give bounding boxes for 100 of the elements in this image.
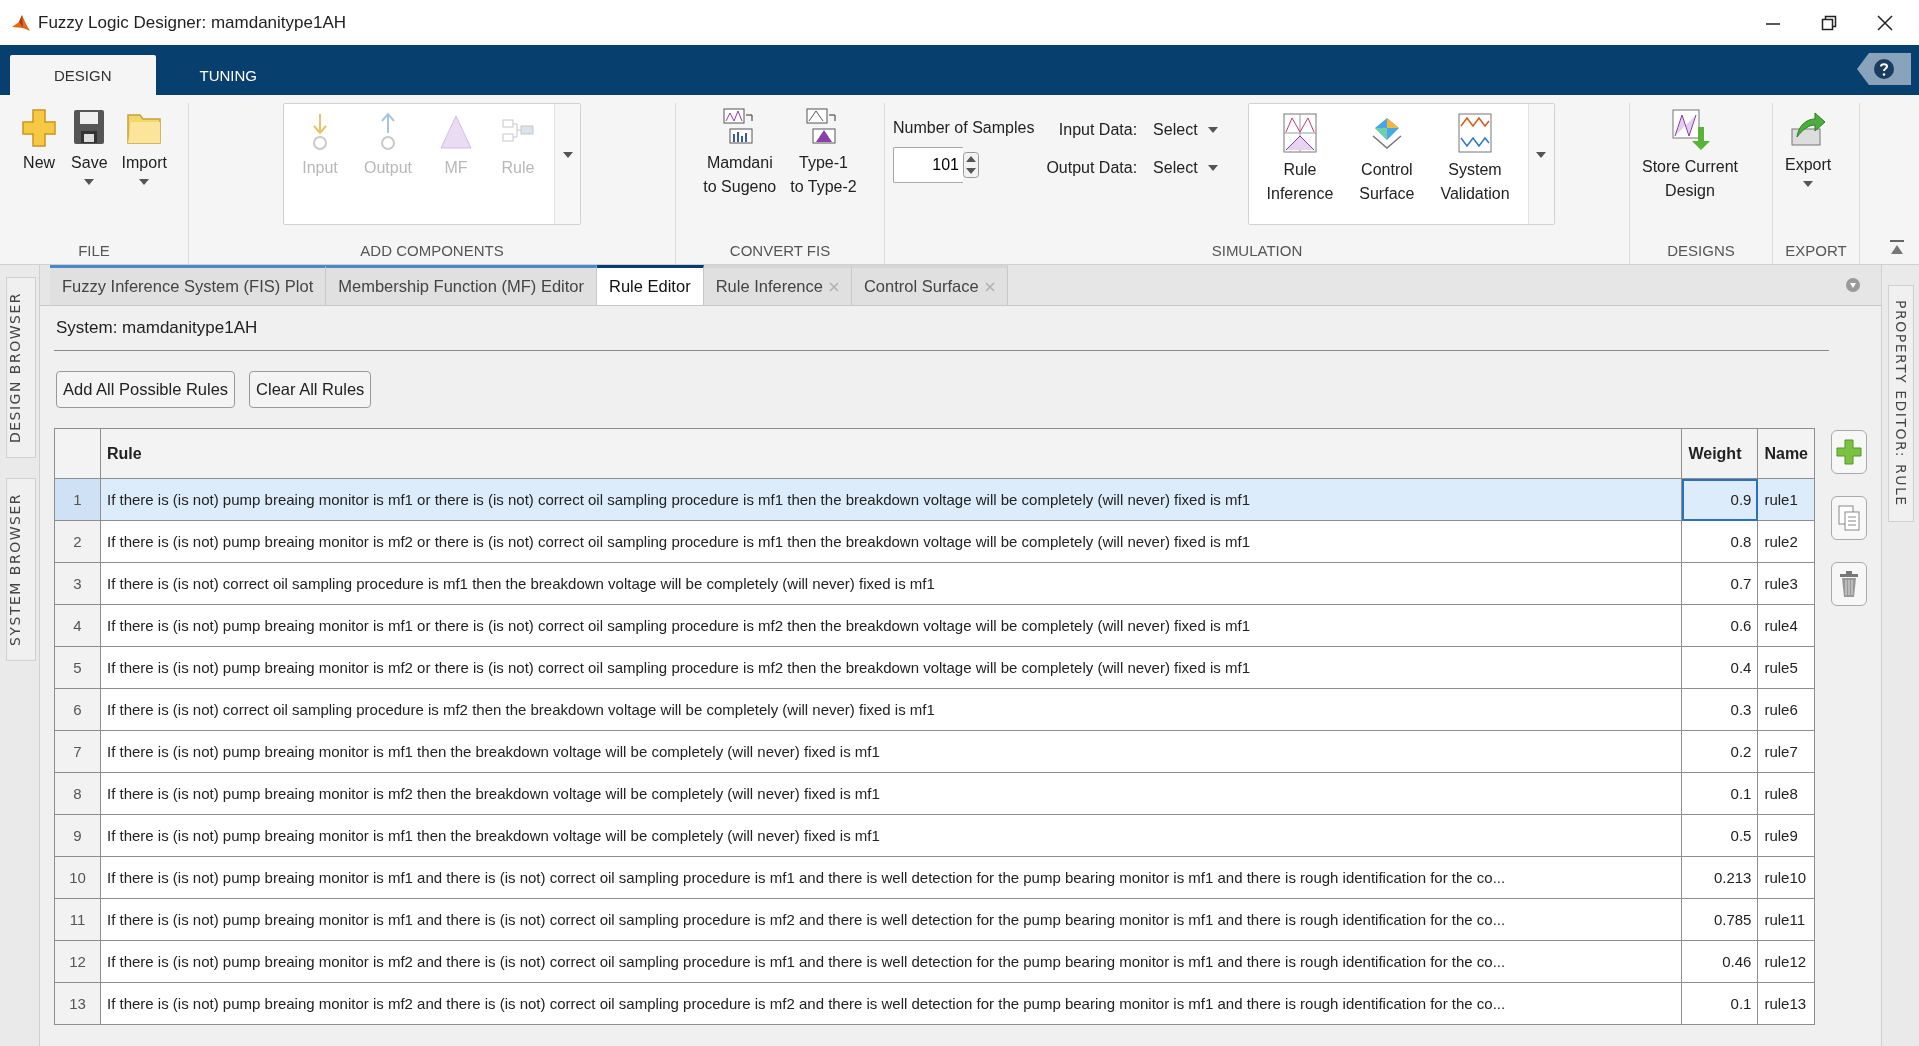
section-title: CONVERT FIS <box>729 241 831 259</box>
weight-cell[interactable]: 0.2 <box>1681 730 1758 773</box>
table-row[interactable]: 8 If there is (is not) pump breaing monitor is mf2 then the breakdown voltage will be completely (will never) fixed is mf1 0.1 rule8 <box>54 772 1815 815</box>
row-number: 7 <box>54 730 101 773</box>
row-number: 10 <box>54 856 101 899</box>
document-tab[interactable]: Fuzzy Inference System (FIS) Plot <box>50 265 327 305</box>
rule-cell: If there is (is not) pump breaing monitor is mf1 or there is (is not) correct oil sampling procedure is mf2 then the breakdown voltage will be completely (will never) fixed is mf1 <box>100 604 1682 647</box>
row-number: 9 <box>54 814 101 857</box>
action-button[interactable]: Add All Possible Rules <box>56 371 236 408</box>
name-cell: rule1 <box>1757 478 1815 521</box>
ribbon-button[interactable]: Rule Inference <box>1262 108 1338 210</box>
table-row[interactable]: 3 If there is (is not) correct oil sampling procedure is mf1 then the breakdown voltage will be completely (will never) fixed is mf1 0.7 rule3 <box>54 562 1815 605</box>
name-cell: rule6 <box>1757 688 1815 731</box>
name-cell: rule13 <box>1757 982 1815 1025</box>
document-tab[interactable]: Rule Inference <box>703 265 852 305</box>
add-rule-button[interactable] <box>1831 430 1867 474</box>
document-tab[interactable]: Membership Function (MF) Editor <box>326 265 597 305</box>
rule-cell: If there is (is not) pump breaing monitor is mf1 then the breakdown voltage will be completely (will never) fixed is mf1 <box>100 814 1682 857</box>
row-number: 2 <box>54 520 101 563</box>
spin-arrows-icon[interactable] <box>963 152 979 178</box>
weight-cell[interactable]: 0.3 <box>1681 688 1758 731</box>
table-row[interactable]: 6 If there is (is not) correct oil sampling procedure is mf2 then the breakdown voltage will be completely (will never) fixed is mf1 0.3 rule6 <box>54 688 1815 731</box>
rule-cell: If there is (is not) pump breaing monitor is mf2 then the breakdown voltage will be completely (will never) fixed is mf1 <box>100 772 1682 815</box>
ribbon-button[interactable]: Mamdani to Sugeno <box>699 103 781 203</box>
plus-icon <box>1835 438 1863 466</box>
column-header[interactable]: Weight <box>1681 428 1758 479</box>
weight-cell[interactable]: 0.7 <box>1681 562 1758 605</box>
field-label: Output Data: <box>1046 159 1138 177</box>
rule-cell: If there is (is not) pump breaing monitor is mf1 and there is (is not) correct oil sampling procedure is mf2 and there is well detection for the pump bearing monitor is mf1 and there is rough identification for the co... <box>100 898 1682 941</box>
table-row[interactable]: 7 If there is (is not) pump breaing monitor is mf1 then the breakdown voltage will be completely (will never) fixed is mf1 0.2 rule7 <box>54 730 1815 773</box>
row-number: 5 <box>54 646 101 689</box>
column-header[interactable]: Name <box>1757 428 1815 479</box>
name-cell: rule5 <box>1757 646 1815 689</box>
plus-icon <box>21 107 58 147</box>
row-number: 1 <box>54 478 101 521</box>
gallery-more-icon[interactable] <box>562 152 573 158</box>
select-dropdown[interactable]: Select <box>1149 157 1222 179</box>
document-tab[interactable]: Control Surface <box>851 265 1008 305</box>
copy-icon <box>1837 504 1861 532</box>
column-header[interactable]: Rule <box>100 428 1682 479</box>
weight-cell[interactable]: 0.213 <box>1681 856 1758 899</box>
side-panel-tab[interactable]: DESIGN BROWSER <box>6 277 36 459</box>
name-cell: rule12 <box>1757 940 1815 983</box>
side-panel-tab[interactable]: PROPERTY EDITOR: RULE <box>1887 285 1914 522</box>
close-icon[interactable] <box>1877 14 1893 31</box>
weight-cell[interactable]: 0.1 <box>1681 982 1758 1025</box>
weight-cell[interactable]: 0.4 <box>1681 646 1758 689</box>
document-tab[interactable]: Rule Editor <box>597 265 704 305</box>
caret-icon <box>1207 127 1218 133</box>
rule-cell: If there is (is not) pump breaing monitor is mf1 or there is (is not) correct oil sampling procedure is mf1 then the breakdown voltage will be completely (will never) fixed is mf1 <box>100 478 1682 521</box>
section-title: DESIGNS <box>1667 241 1735 259</box>
ribbon-button[interactable]: Export <box>1781 103 1836 191</box>
help-icon <box>1873 58 1895 80</box>
weight-cell[interactable]: 0.5 <box>1681 814 1758 857</box>
weight-cell[interactable]: 0.785 <box>1681 898 1758 941</box>
restore-icon[interactable] <box>1821 14 1837 31</box>
delete-rule-button[interactable] <box>1831 562 1867 606</box>
row-number: 13 <box>54 982 101 1025</box>
weight-cell[interactable]: 0.6 <box>1681 604 1758 647</box>
rule-cell: If there is (is not) pump breaing monitor is mf1 and there is (is not) correct oil sampling procedure is mf1 and there is well detection for the pump bearing monitor is mf1 and there is rough identification for the co... <box>100 856 1682 899</box>
name-cell: rule3 <box>1757 562 1815 605</box>
number-field[interactable]: 101 <box>893 147 963 183</box>
ribbon-button[interactable]: Type-1 to Type-2 <box>786 103 861 203</box>
table-row[interactable]: 9 If there is (is not) pump breaing monitor is mf1 then the breakdown voltage will be completely (will never) fixed is mf1 0.5 rule9 <box>54 814 1815 857</box>
ribbon-button[interactable]: Store Current Design <box>1638 103 1743 207</box>
help-button[interactable] <box>1857 53 1911 85</box>
rule-inference-icon <box>1281 112 1318 154</box>
side-panel-tab[interactable]: SYSTEM BROWSER <box>6 478 36 661</box>
table-row[interactable]: 1 If there is (is not) pump breaing monitor is mf1 or there is (is not) correct oil sampling procedure is mf1 then the breakdown voltage will be completely (will never) fixed is mf1 0.9 rule1 <box>54 478 1815 521</box>
ribbon-button[interactable]: Save <box>67 103 112 189</box>
weight-cell[interactable]: 0.9 <box>1681 478 1758 521</box>
gallery-more-icon[interactable] <box>1536 152 1547 158</box>
waveform-icon <box>1457 112 1493 154</box>
select-dropdown[interactable]: Select <box>1149 119 1222 141</box>
section-title: ADD COMPONENTS <box>360 241 504 259</box>
ribbon-button[interactable]: System Validation <box>1436 108 1514 210</box>
rule-cell: If there is (is not) pump breaing monitor is mf2 or there is (is not) correct oil sampling procedure is mf2 then the breakdown voltage will be completely (will never) fixed is mf1 <box>100 646 1682 689</box>
weight-cell[interactable]: 0.8 <box>1681 520 1758 563</box>
action-button[interactable]: Clear All Rules <box>249 371 372 408</box>
collapse-icon[interactable] <box>1889 240 1905 256</box>
ribbon-button[interactable]: Import <box>117 103 171 189</box>
section-title: FILE <box>78 241 110 259</box>
ribbon-tab[interactable]: DESIGN <box>10 55 156 95</box>
rule-cell: If there is (is not) pump breaing monitor is mf2 and there is (is not) correct oil sampling procedure is mf2 and there is well detection for the pump bearing monitor is mf1 and there is rough identification for the co... <box>100 982 1682 1025</box>
weight-cell[interactable]: 0.46 <box>1681 940 1758 983</box>
ribbon-tab[interactable]: TUNING <box>155 55 301 95</box>
ribbon-button[interactable]: New <box>17 103 62 179</box>
save-icon <box>72 107 107 147</box>
row-number: 3 <box>54 562 101 605</box>
ribbon-button[interactable]: Control Surface <box>1355 108 1419 210</box>
rule-cell: If there is (is not) correct oil sampling procedure is mf2 then the breakdown voltage will be completely (will never) fixed is mf1 <box>100 688 1682 731</box>
weight-cell[interactable]: 0.1 <box>1681 772 1758 815</box>
row-number: 6 <box>54 688 101 731</box>
name-cell: rule10 <box>1757 856 1815 899</box>
table-row[interactable]: 2 If there is (is not) pump breaing monitor is mf2 or there is (is not) correct oil sampling procedure is mf1 then the breakdown voltage will be completely (will never) fixed is mf1 0.8 rule2 <box>54 520 1815 563</box>
table-row[interactable]: 4 If there is (is not) pump breaing monitor is mf1 or there is (is not) correct oil sampling procedure is mf2 then the breakdown voltage will be completely (will never) fixed is mf1 0.6 rule4 <box>54 604 1815 647</box>
row-number: 12 <box>54 940 101 983</box>
store-design-icon <box>1670 107 1710 151</box>
table-row[interactable]: 5 If there is (is not) pump breaing monitor is mf2 or there is (is not) correct oil sampling procedure is mf2 then the breakdown voltage will be completely (will never) fixed is mf1 0.4 rule5 <box>54 646 1815 689</box>
panel-options-icon[interactable] <box>1845 277 1861 293</box>
